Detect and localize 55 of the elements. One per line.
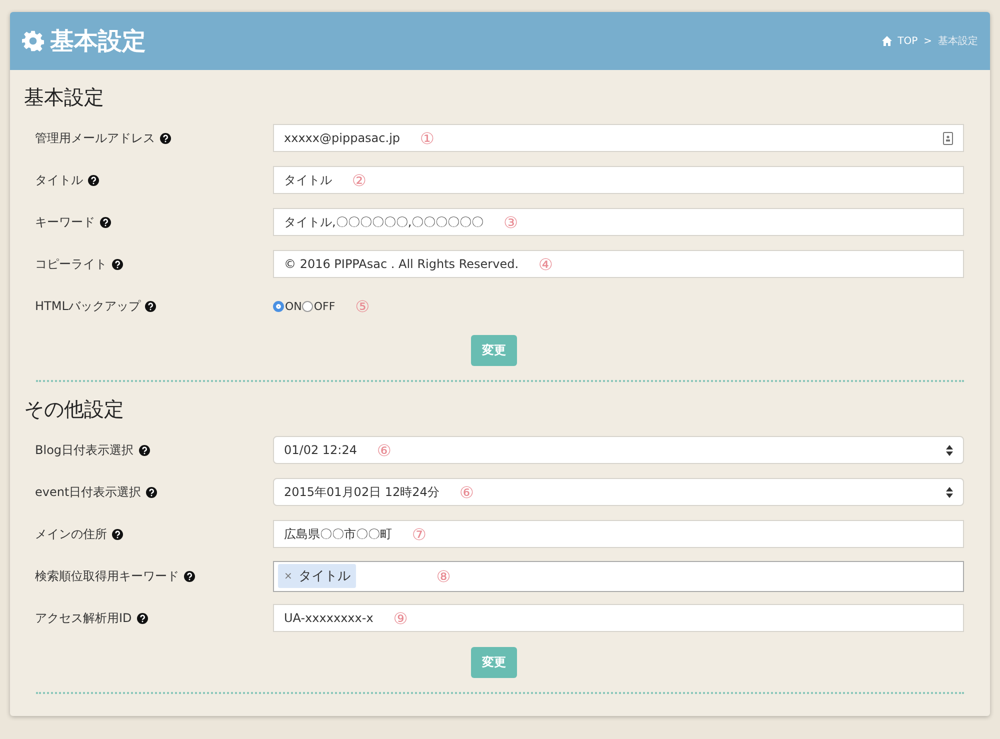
tag-input-field[interactable]: × タイトル ⑧ (273, 560, 964, 592)
field-label: タイトル (35, 172, 83, 188)
annotation-number: ⑦ (412, 524, 426, 544)
radio-label: OFF (314, 300, 336, 312)
input-field[interactable]: 広島県〇〇市〇〇町 ⑦ (273, 520, 964, 548)
annotation-number: ⑤ (355, 296, 370, 316)
help-icon (136, 612, 148, 624)
help-icon (146, 486, 158, 498)
help-icon (112, 528, 123, 540)
radio-button[interactable] (273, 300, 284, 312)
input-field[interactable]: UA-xxxxxxxx-x ⑨ (273, 604, 964, 632)
annotation-number: ⑥ (376, 440, 392, 460)
select-field[interactable]: 2015年01月02日 12時24分 ⑥ (273, 478, 964, 506)
help-icon (112, 258, 123, 270)
annotation-number: ② (352, 170, 366, 190)
radio-button[interactable] (302, 300, 313, 312)
field-label: キーワード (35, 214, 95, 230)
breadcrumb-separator: > (924, 36, 932, 46)
input-field[interactable]: © 2016 PIPPAsac . All Rights Reserved. ④ (273, 250, 964, 278)
field-label: メインの住所 (35, 526, 107, 542)
section-heading: その他設定 (24, 396, 125, 423)
help-icon (160, 132, 171, 144)
up-down-arrows-icon (946, 486, 953, 498)
annotation-number: ⑧ (436, 566, 451, 586)
input-field[interactable]: タイトル,〇〇〇〇〇〇,〇〇〇〇〇〇 ③ (273, 208, 964, 236)
radio-label: ON (285, 300, 302, 312)
help-icon (184, 570, 195, 582)
tag-label: タイトル (298, 568, 350, 585)
annotation-number: ③ (504, 212, 518, 232)
input-field[interactable]: xxxxx@pippasac.jp ① (273, 124, 964, 152)
annotation-number: ⑨ (393, 608, 408, 628)
help-icon (88, 174, 99, 186)
field-label: 検索順位取得用キーワード (35, 568, 179, 584)
up-down-arrows-icon (946, 444, 953, 456)
home-icon (882, 36, 892, 46)
annotation-number: ④ (538, 254, 553, 274)
select-field[interactable]: 01/02 12:24 ⑥ (273, 436, 964, 464)
field-label: Blog日付表示選択 (35, 442, 134, 458)
page-title: 基本設定 (50, 26, 146, 57)
section-heading: 基本設定 (24, 84, 105, 111)
annotation-number: ⑥ (459, 482, 474, 502)
field-label: HTMLバックアップ (35, 298, 140, 314)
input-field[interactable]: タイトル ② (273, 166, 964, 194)
field-label: event日付表示選択 (35, 484, 142, 500)
field-label: 管理用メールアドレス (35, 130, 155, 146)
help-icon (138, 444, 150, 456)
gear-icon (22, 30, 44, 52)
remove-tag-button[interactable]: × (284, 570, 292, 582)
breadcrumb-current: 基本設定 (938, 34, 978, 48)
contact-card-icon (943, 132, 953, 144)
help-icon (100, 216, 111, 228)
field-label: コピーライト (35, 256, 107, 272)
field-label: アクセス解析用ID (35, 610, 132, 626)
help-icon (145, 300, 156, 312)
annotation-number: ① (420, 128, 434, 148)
